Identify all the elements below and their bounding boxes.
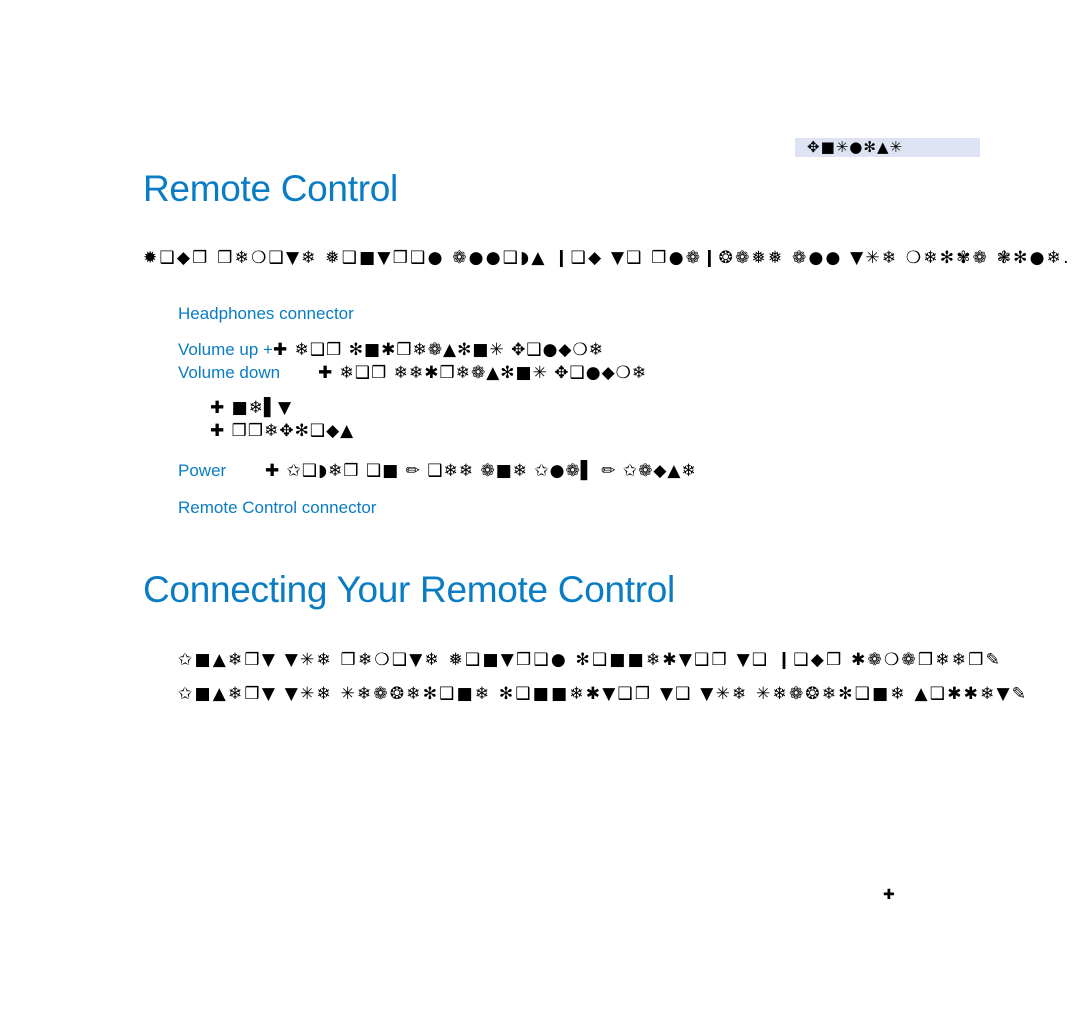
section-title-remote-control: Remote Control [143,168,398,209]
chapter-tab-label: ✥■✳●✻▲✳ [807,138,904,156]
label-volume-down: Volume down [178,363,280,383]
page-number-mark: ✚ [883,887,896,903]
label-remote-control-connector: Remote Control connector [178,498,377,517]
label-previous-desc: ✚ ❒❒❄✥✻❑◆▲ [210,421,355,441]
volume-down-term: Volume down [178,363,281,382]
step-2: ✩■▲❄❒▼ ▼✳❄ ✳❄❁❂❄✻❑■❄ ✻❑■■❄✱▼❑❒ ▼❑ ▼✳❄ ✳❄… [178,684,1029,704]
label-next-desc: ✚ ■❄▌▼ [210,398,293,418]
step-1: ✩■▲❄❒▼ ▼✳❄ ❒❄❍❑▼❄ ❅❑■▼❒❑● ✻❑■■❄✱▼❑❒ ▼❑ ❙… [178,650,1003,670]
label-power: Power [178,461,227,480]
label-volume-up: Volume up +✚ ❄❑❒ ✻■✱❒❄❁▲✻■✳ ✥❑●◆❍❄ [178,340,604,360]
volume-up-desc: ✚ ❄❑❒ ✻■✱❒❄❁▲✻■✳ ✥❑●◆❍❄ [273,340,604,360]
label-headphones-connector: Headphones connector [178,304,354,323]
chapter-tab: ✥■✳●✻▲✳ [795,138,980,157]
section-title-connecting: Connecting Your Remote Control [143,569,675,610]
power-desc: ✚ ✩❑◗❄❒ ❑■ ✏ ❑❄❄ ❁■❄ ✩●❁▌ ✏ ✩❁◆▲❄ [265,461,697,481]
volume-up-term: Volume up + [178,340,273,359]
volume-down-desc: ✚ ❄❑❒ ❄❄✱❒❄❁▲✻■✳ ✥❑●◆❍❄ [318,363,648,383]
intro-paragraph: ✹❑◆❒ ❒❄❍❑▼❄ ❅❑■▼❒❑● ❁●●❑◗▲ ❙❑◆ ▼❑ ❒●❁❙❂❁… [143,248,1071,268]
